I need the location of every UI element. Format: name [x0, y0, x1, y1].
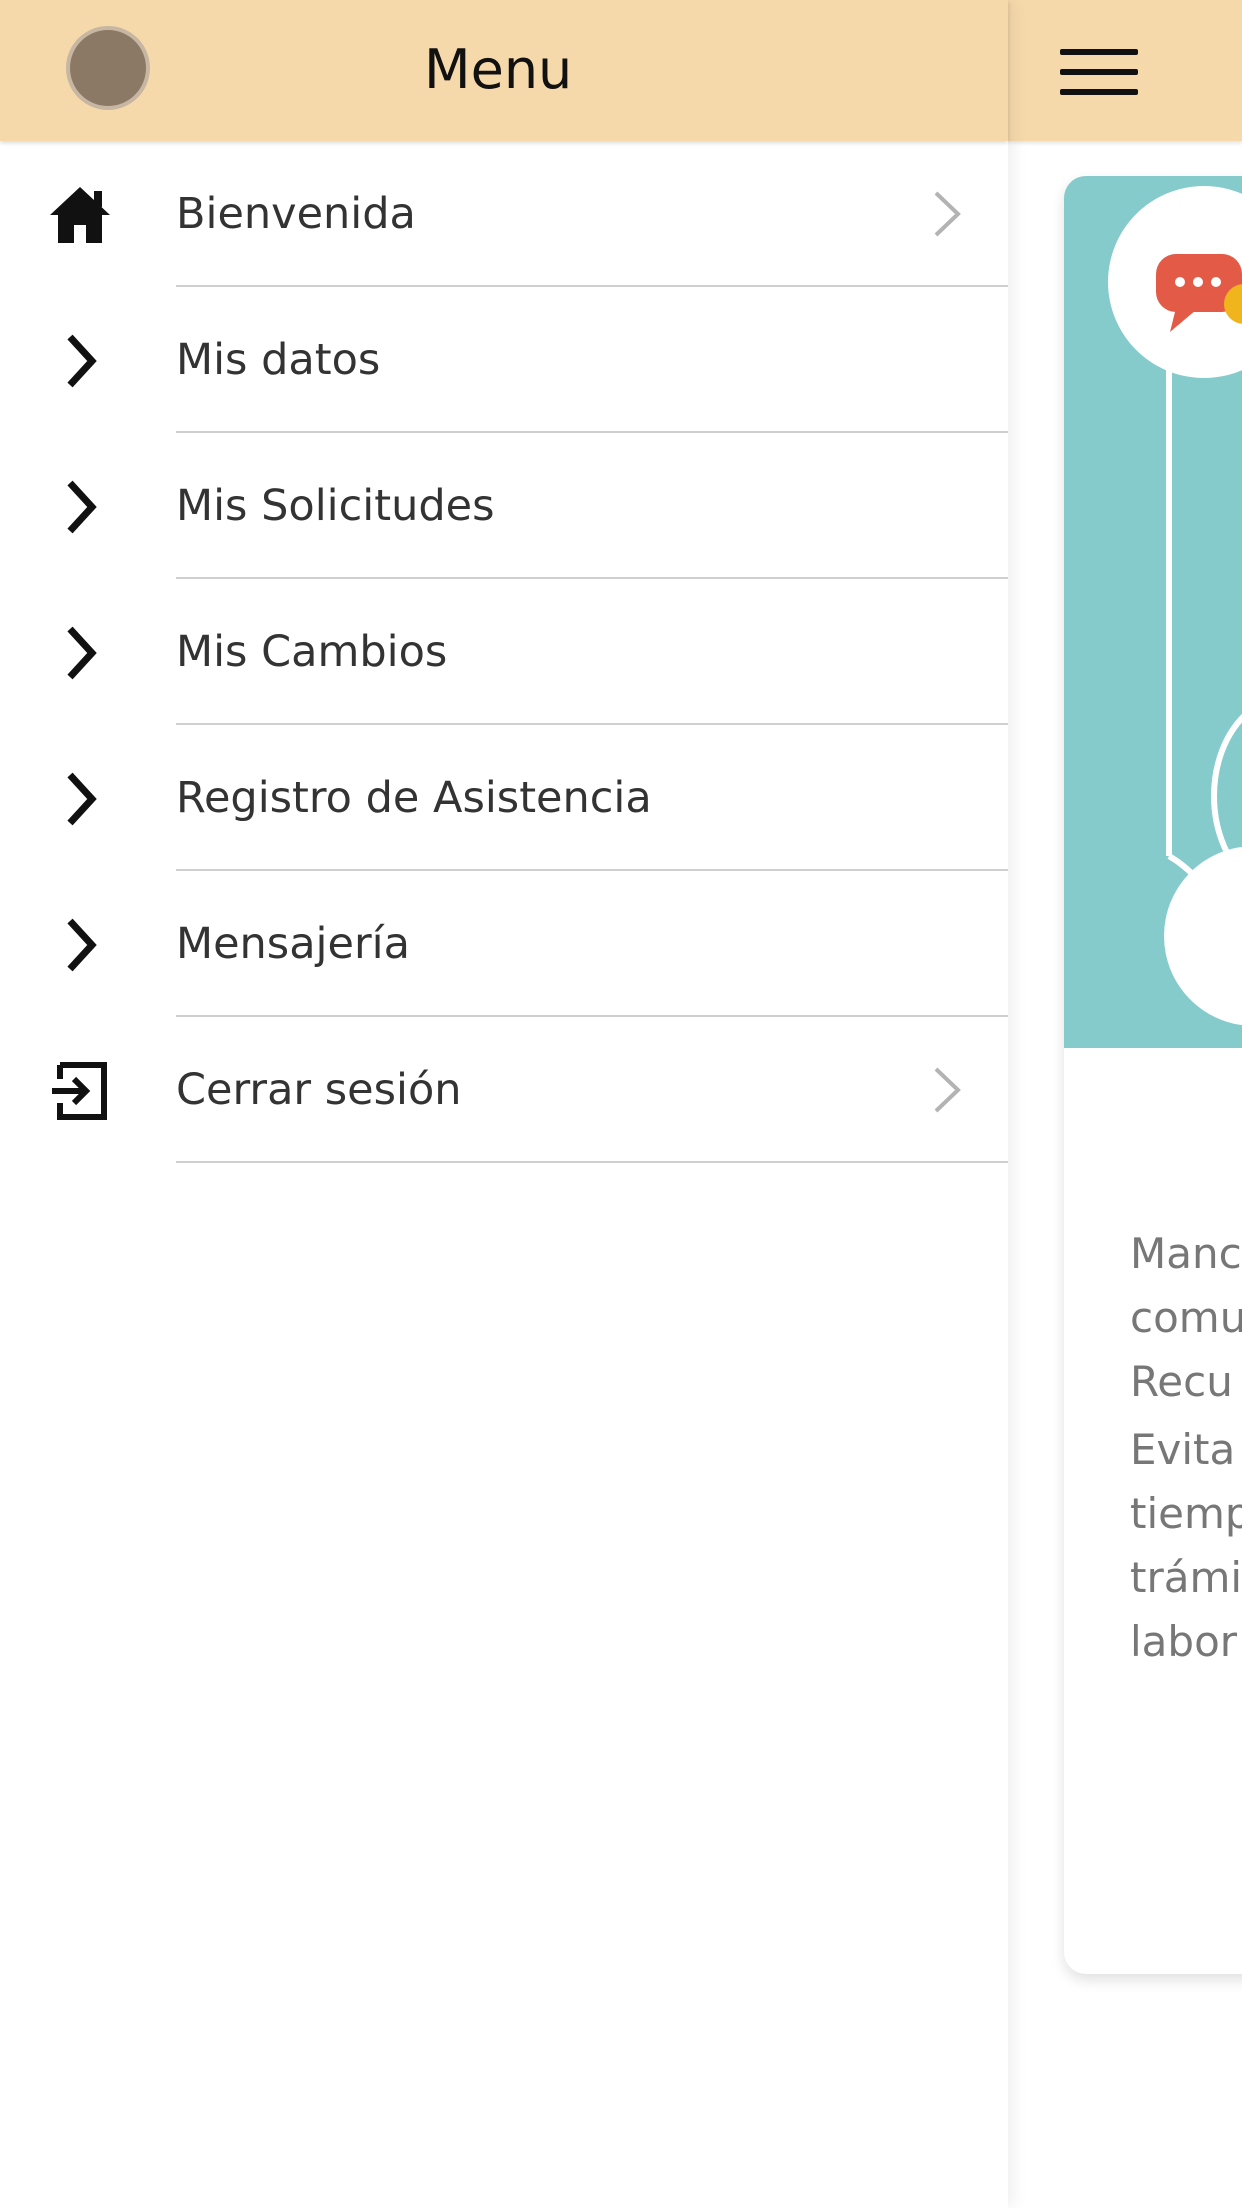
- chevron-right-icon: [67, 772, 97, 826]
- card-text-line: comu: [1130, 1293, 1242, 1342]
- menu-item-label: Cerrar sesión: [176, 1065, 462, 1115]
- drawer-header: Menu: [0, 0, 1008, 141]
- card-text-line: tiemp: [1130, 1489, 1242, 1538]
- card-text-line: Evita: [1130, 1425, 1236, 1474]
- card-text-line: Manc: [1130, 1229, 1242, 1278]
- card-text-line: trámi: [1130, 1553, 1242, 1602]
- chevron-right-icon: [67, 626, 97, 680]
- content-card: Manc comu Recu Evita tiemp trámi labor: [1064, 176, 1242, 1974]
- menu-item-bienvenida[interactable]: Bienvenida: [0, 141, 1008, 287]
- card-text-line: labor: [1130, 1617, 1238, 1666]
- chevron-right-icon: [67, 918, 97, 972]
- chevron-right-icon: [934, 191, 961, 237]
- menu-item-mis-solicitudes[interactable]: Mis Solicitudes: [0, 433, 1008, 579]
- home-icon: [50, 187, 110, 243]
- menu-item-label: Mis Cambios: [176, 627, 448, 677]
- menu-item-label: Mis Solicitudes: [176, 481, 495, 531]
- menu-item-mensajeria[interactable]: Mensajería: [0, 871, 1008, 1017]
- navigation-drawer: Menu Bienvenida Mis datos Mis Solicitude…: [0, 0, 1008, 2208]
- menu-item-mis-datos[interactable]: Mis datos: [0, 287, 1008, 433]
- menu-list: Bienvenida Mis datos Mis Solicitudes Mis…: [0, 141, 1008, 1163]
- drawer-title: Menu: [424, 38, 573, 101]
- menu-item-registro-asistencia[interactable]: Registro de Asistencia: [0, 725, 1008, 871]
- card-description: Manc comu Recu Evita tiemp trámi labor: [1130, 1222, 1242, 1674]
- card-text-line: Recu: [1130, 1357, 1233, 1406]
- logout-icon: [52, 1062, 107, 1120]
- menu-item-mis-cambios[interactable]: Mis Cambios: [0, 579, 1008, 725]
- avatar[interactable]: [70, 30, 146, 106]
- menu-item-label: Registro de Asistencia: [176, 773, 652, 823]
- menu-item-label: Mis datos: [176, 335, 381, 385]
- menu-item-cerrar-sesion[interactable]: Cerrar sesión: [0, 1017, 1008, 1163]
- chevron-right-icon: [67, 334, 97, 388]
- illustration-graphic: [1108, 186, 1242, 1026]
- chevron-right-icon: [67, 480, 97, 534]
- menu-item-label: Bienvenida: [176, 189, 416, 239]
- divider: [176, 1161, 1008, 1163]
- chevron-right-icon: [934, 1067, 961, 1113]
- hamburger-icon[interactable]: [1060, 49, 1138, 95]
- menu-item-label: Mensajería: [176, 919, 410, 969]
- illustration: [1064, 176, 1242, 1048]
- app-header: [1008, 0, 1242, 141]
